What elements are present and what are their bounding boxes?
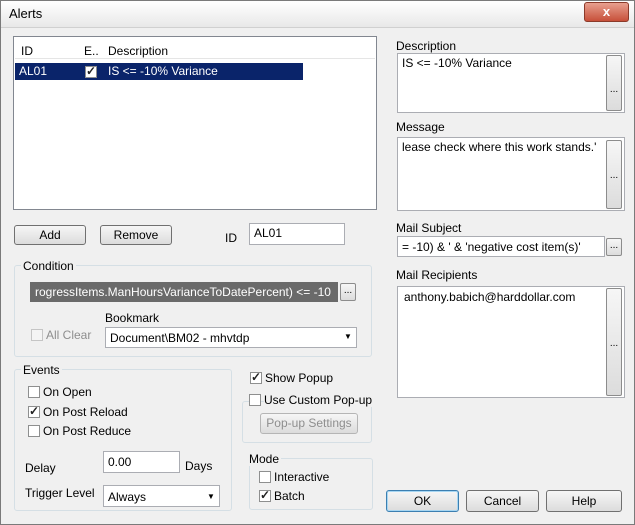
on-post-reload-label: On Post Reload bbox=[43, 405, 128, 419]
trigger-level-label: Trigger Level bbox=[25, 486, 95, 500]
window-title: Alerts bbox=[9, 6, 43, 21]
bookmark-label: Bookmark bbox=[105, 311, 160, 325]
title-bar: Alerts x bbox=[1, 1, 634, 28]
delay-label: Delay bbox=[25, 461, 56, 475]
batch-checkbox[interactable] bbox=[259, 488, 271, 502]
cancel-button[interactable]: Cancel bbox=[466, 490, 539, 512]
on-post-reduce-label: On Post Reduce bbox=[43, 424, 132, 438]
add-button[interactable]: Add bbox=[14, 225, 86, 245]
mail-recipients-ellipsis-button[interactable]: ... bbox=[606, 288, 622, 396]
description-ellipsis-button[interactable]: ... bbox=[606, 55, 622, 111]
delay-input[interactable]: 0.00 bbox=[103, 451, 180, 473]
chevron-down-icon[interactable]: ▼ bbox=[344, 332, 352, 341]
message-text: lease check where this work stands.' bbox=[402, 140, 597, 154]
interactive-label: Interactive bbox=[274, 470, 330, 484]
all-clear-checkbox bbox=[31, 329, 43, 341]
description-textarea[interactable]: IS <= -10% Variance bbox=[397, 53, 625, 113]
show-popup-checkbox[interactable] bbox=[250, 370, 262, 384]
column-header-id[interactable]: ID bbox=[21, 44, 33, 58]
use-custom-popup-checkbox[interactable] bbox=[249, 394, 261, 406]
description-text: IS <= -10% Variance bbox=[402, 56, 512, 70]
mail-recipients-text: anthony.babich@harddollar.com bbox=[404, 290, 576, 304]
trigger-level-select-value: Always bbox=[108, 490, 147, 504]
help-button[interactable]: Help bbox=[546, 490, 622, 512]
on-post-reload-checkbox[interactable] bbox=[28, 404, 40, 418]
column-header-description[interactable]: Description bbox=[108, 44, 168, 58]
mail-recipients-label: Mail Recipients bbox=[396, 268, 478, 282]
mode-label: Mode bbox=[247, 452, 282, 466]
alerts-list[interactable]: ID E.. Description AL01 IS <= -10% Varia… bbox=[13, 36, 377, 210]
description-label: Description bbox=[396, 39, 457, 53]
column-header-enabled[interactable]: E.. bbox=[84, 44, 99, 58]
condition-ellipsis-button[interactable]: ... bbox=[340, 283, 356, 301]
ok-button[interactable]: OK bbox=[386, 490, 459, 512]
row-id: AL01 bbox=[19, 64, 48, 78]
mail-recipients-textarea[interactable]: anthony.babich@harddollar.com bbox=[397, 286, 625, 398]
id-input[interactable]: AL01 bbox=[249, 223, 345, 245]
show-popup-label: Show Popup bbox=[265, 371, 334, 385]
alerts-list-header bbox=[15, 40, 375, 59]
id-label: ID bbox=[225, 231, 237, 245]
alerts-dialog: Alerts x ID E.. Description AL01 IS <= -… bbox=[0, 0, 635, 525]
mail-subject-input[interactable]: = -10) & ' & 'negative cost item(s)' bbox=[397, 236, 605, 257]
mail-subject-ellipsis-button[interactable]: ... bbox=[606, 238, 622, 256]
chevron-down-icon[interactable]: ▼ bbox=[207, 492, 215, 501]
interactive-checkbox[interactable] bbox=[259, 471, 271, 483]
on-open-label: On Open bbox=[43, 385, 92, 399]
condition-label: Condition bbox=[21, 259, 76, 273]
use-custom-popup-label: Use Custom Pop-up bbox=[264, 393, 375, 407]
remove-button[interactable]: Remove bbox=[100, 225, 172, 245]
days-label: Days bbox=[185, 459, 213, 473]
row-enabled-checkbox[interactable] bbox=[85, 64, 97, 78]
on-open-checkbox[interactable] bbox=[28, 386, 40, 398]
message-textarea[interactable]: lease check where this work stands.' bbox=[397, 137, 625, 211]
bookmark-select[interactable]: Document\BM02 - mhvtdp bbox=[105, 327, 357, 348]
mail-subject-label: Mail Subject bbox=[396, 221, 462, 235]
batch-label: Batch bbox=[274, 489, 305, 503]
bookmark-select-value: Document\BM02 - mhvtdp bbox=[110, 331, 250, 345]
close-button[interactable]: x bbox=[584, 2, 629, 22]
all-clear-label: All Clear bbox=[46, 328, 92, 342]
row-description: IS <= -10% Variance bbox=[108, 64, 218, 78]
message-label: Message bbox=[396, 120, 445, 134]
on-post-reduce-checkbox[interactable] bbox=[28, 425, 40, 437]
condition-expression-field[interactable]: rogressItems.ManHoursVarianceToDatePerce… bbox=[30, 282, 338, 302]
events-label: Events bbox=[21, 363, 62, 377]
trigger-level-select[interactable]: Always bbox=[103, 485, 220, 507]
message-ellipsis-button[interactable]: ... bbox=[606, 140, 622, 209]
popup-settings-button: Pop-up Settings bbox=[260, 413, 358, 434]
